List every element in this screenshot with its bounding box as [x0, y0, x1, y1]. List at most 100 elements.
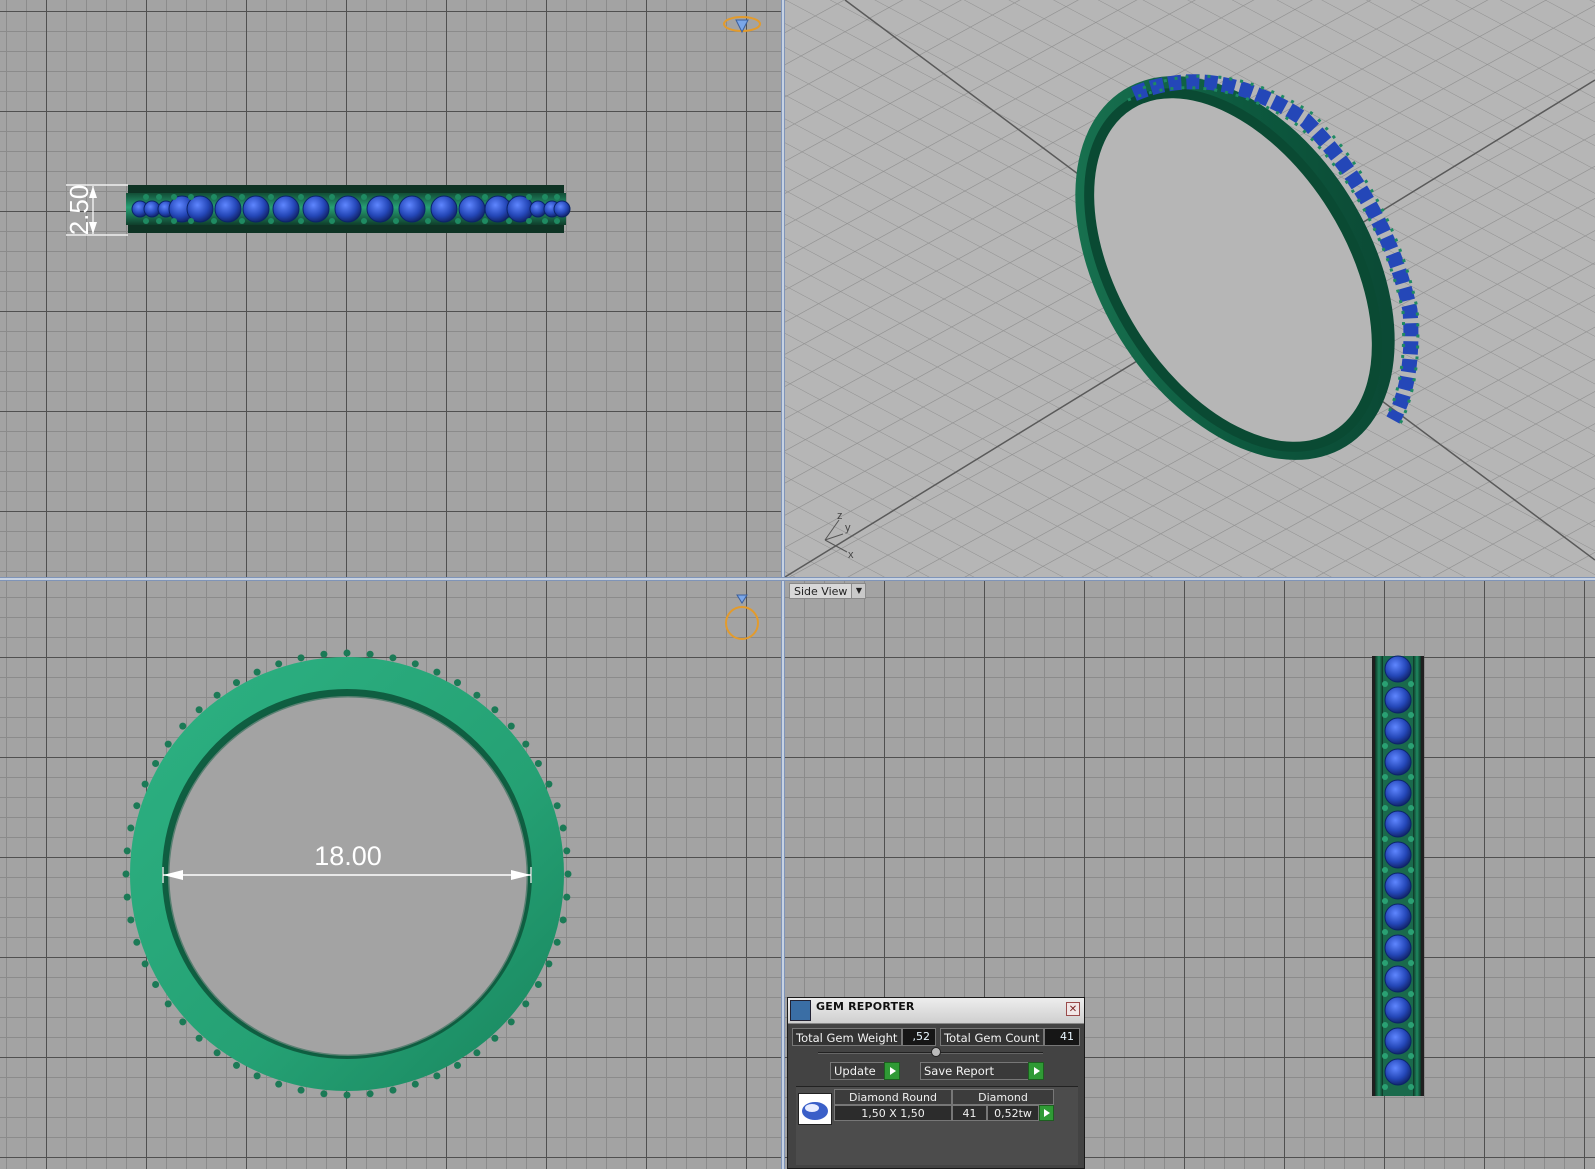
prong-bead: [298, 218, 304, 224]
prong-bead: [425, 194, 431, 200]
prong-bead: [526, 218, 532, 224]
chevron-down-icon[interactable]: ▼: [851, 584, 866, 598]
perspective-canvas: z y x: [785, 0, 1595, 577]
gem-material-cell: Diamond: [952, 1089, 1054, 1105]
gem: [430, 195, 458, 223]
gem: [1384, 996, 1412, 1024]
prong-bead: [553, 938, 561, 946]
gem-reporter-titlebar[interactable]: GEM REPORTER ✕: [788, 998, 1084, 1024]
prong-bead: [320, 650, 328, 658]
prong-bead: [133, 802, 141, 810]
prong-bead: [156, 218, 162, 224]
view-selector[interactable]: Side View ▼: [789, 583, 867, 599]
front-view-canvas: 18.00: [122, 594, 759, 1099]
gem: [1384, 686, 1412, 714]
diamond-round-thumbnail: [798, 1093, 832, 1125]
prong-bead: [233, 679, 240, 687]
viewport-divider-vertical[interactable]: [781, 0, 785, 1169]
prong-bead: [1408, 1022, 1414, 1028]
prong-bead: [127, 824, 135, 832]
prong-bead: [1382, 712, 1388, 718]
prong-bead: [1408, 836, 1414, 842]
prong-bead: [1408, 1084, 1414, 1090]
view-selector-label: Side View: [794, 585, 848, 598]
play-icon: [884, 1062, 900, 1080]
prong-bead: [491, 1034, 499, 1042]
prong-bead: [1408, 960, 1414, 966]
prong-bead: [1382, 1084, 1388, 1090]
close-icon[interactable]: ✕: [1066, 1002, 1080, 1016]
gem-count-cell: 41: [952, 1105, 987, 1121]
prong-bead: [522, 740, 530, 748]
prong-bead: [156, 194, 162, 200]
prong-bead: [141, 960, 149, 968]
prong-bead: [297, 1086, 305, 1094]
prong-bead: [559, 824, 567, 832]
ring-orientation-icon[interactable]: [725, 594, 759, 640]
prong-bead: [179, 1018, 187, 1026]
prong-bead: [425, 218, 431, 224]
prong-bead: [141, 780, 149, 788]
prong-bead: [343, 1091, 351, 1099]
axis-z-label: z: [837, 510, 843, 522]
prong-bead: [393, 218, 399, 224]
gem: [553, 200, 571, 218]
prong-bead: [320, 1090, 328, 1098]
gem-table: Diamond Round Diamond 1,50 X 1,50 41 0,5…: [796, 1086, 1078, 1165]
prong-bead: [1382, 960, 1388, 966]
prong-bead: [152, 981, 160, 988]
prong-bead: [123, 847, 131, 855]
prong-bead: [164, 740, 172, 748]
gem: [1384, 717, 1412, 745]
prong-bead: [195, 706, 203, 714]
prong-bead: [122, 870, 130, 878]
prong-bead: [213, 1049, 221, 1057]
view-cube-icon[interactable]: [723, 16, 761, 34]
gem: [242, 195, 270, 223]
gem: [1384, 810, 1412, 838]
ring-side-view: [1372, 655, 1424, 1096]
panel-resize-handle[interactable]: [931, 1047, 941, 1057]
gem: [1384, 934, 1412, 962]
prong-bead: [239, 218, 245, 224]
top-viewport[interactable]: 2.50: [0, 0, 781, 577]
prong-bead: [133, 938, 141, 946]
play-icon[interactable]: [1039, 1105, 1054, 1121]
total-count-value: 41: [1044, 1028, 1080, 1046]
prong-bead: [143, 218, 149, 224]
ring-front-view: [122, 649, 572, 1099]
prong-bead: [554, 194, 560, 200]
prong-bead: [1408, 774, 1414, 780]
prong-bead: [1382, 929, 1388, 935]
gem: [334, 195, 362, 223]
gem: [458, 195, 486, 223]
prong-bead: [239, 194, 245, 200]
viewport-divider-horizontal[interactable]: [0, 577, 1595, 581]
prong-bead: [268, 194, 274, 200]
update-button[interactable]: Update: [830, 1062, 900, 1080]
gem-shape-cell: Diamond Round: [834, 1089, 952, 1105]
prong-bead: [275, 1080, 283, 1088]
gem: [272, 195, 300, 223]
prong-bead: [433, 668, 441, 676]
prong-bead: [179, 722, 187, 730]
prong-bead: [171, 218, 177, 224]
prong-bead: [1408, 867, 1414, 873]
front-viewport[interactable]: 18.00: [0, 581, 781, 1169]
prong-bead: [366, 1090, 374, 1098]
prong-bead: [411, 1080, 419, 1088]
prong-bead: [1408, 1053, 1414, 1059]
prong-bead: [1408, 991, 1414, 997]
gem: [1384, 779, 1412, 807]
prong-bead: [506, 194, 512, 200]
gem-reporter-panel: GEM REPORTER ✕ Total Gem Weight ,52 Tota…: [787, 997, 1085, 1169]
save-report-button[interactable]: Save Report: [920, 1062, 1044, 1080]
prong-bead: [433, 1072, 441, 1080]
prong-bead: [455, 218, 461, 224]
perspective-viewport[interactable]: z y x: [785, 0, 1595, 577]
prong-bead: [563, 893, 571, 901]
prong-bead: [542, 218, 548, 224]
gem: [366, 195, 394, 223]
prong-bead: [1382, 898, 1388, 904]
prong-bead: [506, 218, 512, 224]
